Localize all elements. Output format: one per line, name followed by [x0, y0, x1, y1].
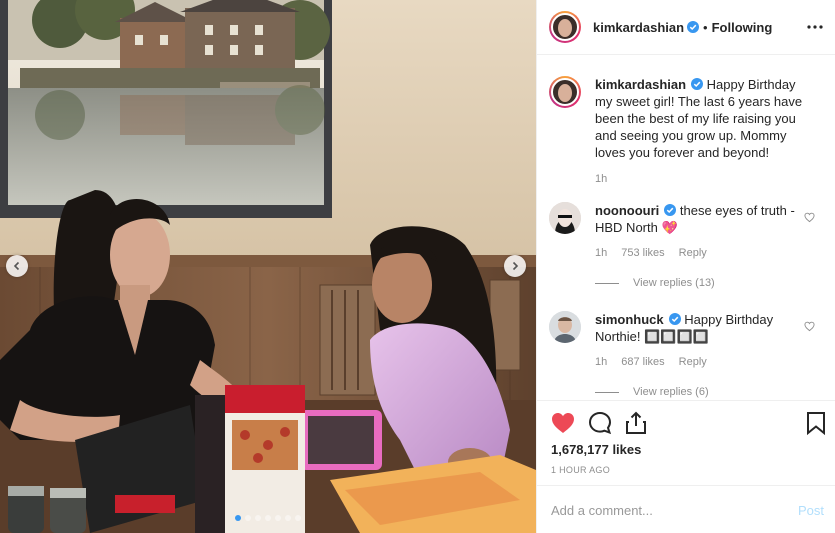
- comment-meta: 1h 753 likes Reply: [595, 247, 707, 259]
- commenter-avatar[interactable]: [549, 202, 581, 234]
- likes-count[interactable]: 1,678,177 likes: [551, 442, 641, 457]
- author-username[interactable]: kimkardashian: [593, 20, 684, 35]
- comment-bubble-icon[interactable]: [587, 410, 613, 436]
- avatar-image: [549, 311, 581, 343]
- commenter-username[interactable]: noonoouri: [595, 203, 659, 218]
- separator-dot: •: [703, 19, 708, 35]
- comment-likes[interactable]: 753 likes: [621, 247, 664, 259]
- post-actions: 1,678,177 likes 1 HOUR AGO: [537, 400, 835, 485]
- caption-meta: 1h: [595, 173, 607, 185]
- next-photo-button[interactable]: [504, 255, 526, 277]
- comment-likes[interactable]: 687 likes: [621, 356, 664, 368]
- comment-time[interactable]: 1h: [595, 356, 607, 368]
- author-info: kimkardashian • Following: [593, 20, 772, 35]
- commenter-avatar[interactable]: [549, 311, 581, 343]
- view-replies-label: View replies (6): [633, 386, 709, 398]
- verified-badge-icon: [687, 21, 700, 33]
- view-replies-button[interactable]: View replies (13): [595, 277, 715, 289]
- comments-list[interactable]: kimkardashian Happy Birthday my sweet gi…: [537, 56, 835, 400]
- heart-filled-icon[interactable]: [550, 410, 576, 436]
- comment-input[interactable]: [551, 500, 781, 520]
- avatar-image: [549, 202, 581, 234]
- post-details-panel: kimkardashian • Following kimkardashian …: [536, 0, 835, 533]
- like-comment-heart-icon[interactable]: [804, 321, 815, 332]
- previous-photo-button[interactable]: [6, 255, 28, 277]
- more-options-icon[interactable]: [806, 18, 824, 36]
- reply-button[interactable]: Reply: [679, 247, 707, 259]
- bookmark-icon[interactable]: [803, 410, 829, 436]
- comment-text-block: noonoouri these eyes of truth - HBD Nort…: [595, 202, 795, 236]
- like-comment-heart-icon[interactable]: [804, 212, 815, 223]
- comment-meta: 1h 687 likes Reply: [595, 356, 707, 368]
- chevron-left-icon: [13, 261, 20, 271]
- replies-divider: [595, 282, 619, 284]
- add-comment-bar: Post: [537, 485, 835, 533]
- author-avatar[interactable]: [549, 11, 581, 43]
- post-timestamp[interactable]: 1 HOUR AGO: [551, 465, 610, 475]
- carousel-dot: [285, 515, 291, 521]
- chevron-right-icon: [512, 261, 519, 271]
- verified-badge-icon: [664, 204, 677, 216]
- carousel-dot: [235, 515, 241, 521]
- post-comment-button[interactable]: Post: [798, 503, 824, 518]
- commenter-username[interactable]: simonhuck: [595, 312, 664, 327]
- verified-badge-icon: [668, 313, 681, 325]
- post-header: kimkardashian • Following: [537, 0, 835, 55]
- carousel-dot: [245, 515, 251, 521]
- reply-button[interactable]: Reply: [679, 356, 707, 368]
- comment-text-block: simonhuck Happy Birthday Northie! 🔲🔲🔲🔲: [595, 311, 795, 345]
- carousel-dot: [275, 515, 281, 521]
- view-replies-label: View replies (13): [633, 277, 715, 289]
- author-avatar[interactable]: [549, 76, 581, 108]
- photo-scene: [0, 0, 536, 533]
- caption-time[interactable]: 1h: [595, 173, 607, 185]
- caption-text-block: kimkardashian Happy Birthday my sweet gi…: [595, 76, 815, 161]
- share-icon[interactable]: [623, 410, 649, 436]
- comment-time[interactable]: 1h: [595, 247, 607, 259]
- post-photo[interactable]: [0, 0, 536, 533]
- following-button[interactable]: Following: [712, 20, 773, 35]
- verified-badge-icon: [691, 78, 704, 90]
- replies-divider: [595, 391, 619, 393]
- view-replies-button[interactable]: View replies (6): [595, 386, 709, 398]
- caption-username[interactable]: kimkardashian: [595, 77, 686, 92]
- carousel-indicator: [0, 515, 536, 521]
- carousel-dot: [265, 515, 271, 521]
- carousel-dot: [255, 515, 261, 521]
- carousel-dot: [295, 515, 301, 521]
